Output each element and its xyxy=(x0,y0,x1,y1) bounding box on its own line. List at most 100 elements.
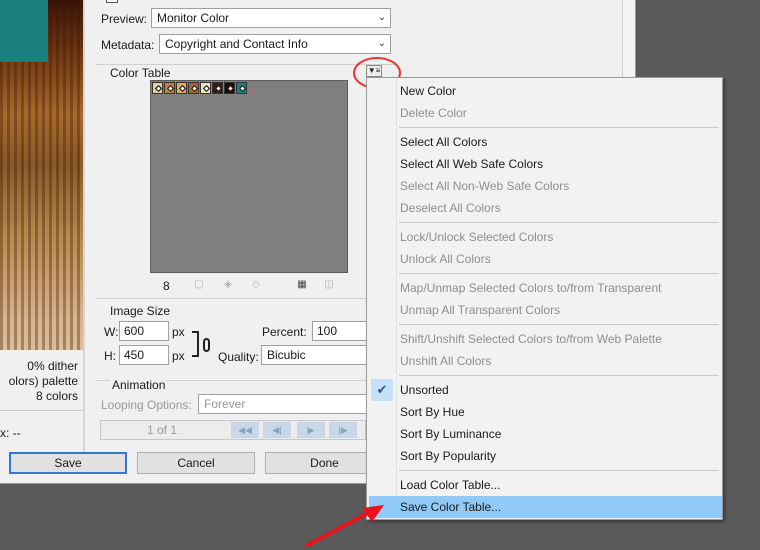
group-divider xyxy=(96,298,366,299)
menu-separator xyxy=(399,127,719,128)
next-frame-button[interactable]: |▶ xyxy=(329,422,357,438)
menu-item[interactable]: Unshift All Colors xyxy=(367,350,722,372)
metadata-select[interactable]: Copyright and Contact Info ⌄ xyxy=(159,34,391,54)
percent-input[interactable]: 100 xyxy=(312,321,366,341)
optimized-checkbox[interactable] xyxy=(106,0,118,3)
menu-item[interactable]: Delete Color xyxy=(367,102,722,124)
menu-item-label: Sort By Luminance xyxy=(400,427,502,441)
color-swatch[interactable] xyxy=(212,82,223,94)
preview-select[interactable]: Monitor Color ⌄ xyxy=(151,8,391,28)
menu-item-label: Shift/Unshift Selected Colors to/from We… xyxy=(400,332,662,346)
menu-item-label: Sort By Hue xyxy=(400,405,465,419)
color-count: 8 xyxy=(163,279,170,293)
menu-item-label: New Color xyxy=(400,84,457,98)
metadata-select-value: Copyright and Contact Info xyxy=(165,37,308,51)
menu-item-label: Select All Non-Web Safe Colors xyxy=(400,179,570,193)
image-size-label: Image Size xyxy=(110,304,171,318)
menu-item[interactable]: Unmap All Transparent Colors xyxy=(367,299,722,321)
menu-separator xyxy=(399,222,719,223)
color-swatch[interactable] xyxy=(236,82,247,94)
dither-info: 0% dither xyxy=(27,359,78,373)
animation-label: Animation xyxy=(110,378,168,392)
menu-item[interactable]: New Color xyxy=(367,80,722,102)
width-label: W: xyxy=(104,325,119,339)
menu-separator xyxy=(399,273,719,274)
width-unit: px xyxy=(172,325,185,339)
color-swatch[interactable] xyxy=(164,82,175,94)
prev-frame-button[interactable]: ◀| xyxy=(263,422,291,438)
frame-counter: 1 of 1 xyxy=(147,423,178,437)
color-table-label: Color Table xyxy=(110,66,171,80)
cancel-button[interactable]: Cancel xyxy=(137,452,255,474)
image-preview[interactable] xyxy=(0,0,83,410)
menu-item[interactable]: ✔ Unsorted xyxy=(367,379,722,401)
menu-item-label: Map/Unmap Selected Colors to/from Transp… xyxy=(400,281,662,295)
save-button[interactable]: Save xyxy=(9,452,127,474)
menu-item[interactable]: Select All Non-Web Safe Colors xyxy=(367,175,722,197)
menu-item-label: Sort By Popularity xyxy=(400,449,497,463)
menu-item[interactable]: Select All Colors xyxy=(367,131,722,153)
menu-item[interactable]: Save Color Table... xyxy=(369,496,722,518)
menu-separator xyxy=(399,324,719,325)
chevron-down-icon: ⌄ xyxy=(377,38,386,49)
menu-item-label: Unshift All Colors xyxy=(400,354,492,368)
quality-label: Quality: xyxy=(218,350,259,364)
map-transparent-icon[interactable]: ▢ xyxy=(193,279,205,291)
color-table-flyout-menu: New Color Delete Color Select All Colors Se… xyxy=(366,77,723,520)
group-divider xyxy=(96,64,396,65)
menu-item-label: Deselect All Colors xyxy=(400,201,501,215)
menu-separator xyxy=(399,375,719,376)
status-readout: x: -- xyxy=(0,426,21,440)
lock-icon[interactable]: ◇ xyxy=(250,279,262,291)
colors-count-info: 8 colors xyxy=(35,389,78,403)
color-swatch[interactable] xyxy=(224,82,235,94)
web-shift-icon[interactable]: ◈ xyxy=(222,279,234,291)
menu-item[interactable]: Lock/Unlock Selected Colors xyxy=(367,226,722,248)
menu-item[interactable]: Sort By Luminance xyxy=(367,423,722,445)
chain-link-icon[interactable] xyxy=(203,338,210,352)
menu-item[interactable]: Sort By Popularity xyxy=(367,445,722,467)
menu-item[interactable]: Deselect All Colors xyxy=(367,197,722,219)
new-color-icon[interactable]: ▦ xyxy=(296,279,308,291)
arrow-annotation xyxy=(305,505,384,548)
menu-item-label: Unsorted xyxy=(400,383,449,397)
looping-select[interactable]: Forever xyxy=(198,394,366,414)
checkmark-icon: ✔ xyxy=(371,379,393,401)
menu-item[interactable]: Sort By Hue xyxy=(367,401,722,423)
preview-label: Preview: xyxy=(101,12,148,26)
menu-item[interactable]: Shift/Unshift Selected Colors to/from We… xyxy=(367,328,722,350)
quality-select[interactable]: Bicubic xyxy=(261,345,366,365)
panel-divider xyxy=(83,0,85,470)
color-swatch[interactable] xyxy=(152,82,163,94)
play-button[interactable]: ▶ xyxy=(297,422,325,438)
percent-label: Percent: xyxy=(262,325,307,339)
first-frame-button[interactable]: ◀◀ xyxy=(231,422,259,438)
menu-item[interactable]: Map/Unmap Selected Colors to/from Transp… xyxy=(367,277,722,299)
color-swatch[interactable] xyxy=(200,82,211,94)
preview-select-value: Monitor Color xyxy=(157,11,230,25)
link-bracket xyxy=(192,331,199,357)
menu-item[interactable]: Select All Web Safe Colors xyxy=(367,153,722,175)
color-swatch[interactable] xyxy=(176,82,187,94)
menu-separator xyxy=(399,470,719,471)
color-swatch[interactable] xyxy=(188,82,199,94)
height-unit: px xyxy=(172,349,185,363)
trash-icon[interactable]: ◫ xyxy=(323,279,335,291)
menu-item-label: Lock/Unlock Selected Colors xyxy=(400,230,554,244)
menu-item-label: Unmap All Transparent Colors xyxy=(400,303,561,317)
width-input[interactable]: 600 xyxy=(119,321,169,341)
menu-item[interactable]: Unlock All Colors xyxy=(367,248,722,270)
looping-label: Looping Options: xyxy=(101,398,192,412)
menu-item-label: Load Color Table... xyxy=(400,478,501,492)
chevron-down-icon: ⌄ xyxy=(377,12,386,23)
menu-item-label: Select All Colors xyxy=(400,135,488,149)
height-label: H: xyxy=(104,349,116,363)
preview-teal-region xyxy=(0,0,48,62)
menu-item-label: Save Color Table... xyxy=(400,500,502,514)
palette-info: olors) palette xyxy=(8,374,78,388)
color-table[interactable] xyxy=(150,80,348,273)
height-input[interactable]: 450 xyxy=(119,345,169,365)
menu-item-label: Unlock All Colors xyxy=(400,252,491,266)
menu-item-label: Delete Color xyxy=(400,106,467,120)
menu-item[interactable]: Load Color Table... xyxy=(367,474,722,496)
